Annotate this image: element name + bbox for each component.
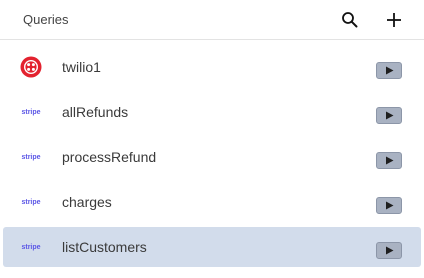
stripe-icon: stripe bbox=[18, 236, 44, 258]
stripe-icon: stripe bbox=[18, 101, 44, 123]
query-row-processRefund[interactable]: stripe processRefund bbox=[3, 137, 421, 177]
panel-title: Queries bbox=[23, 12, 69, 27]
search-button[interactable] bbox=[338, 8, 362, 32]
play-icon bbox=[385, 66, 393, 75]
query-row-listCustomers[interactable]: stripe listCustomers bbox=[3, 227, 421, 267]
play-icon bbox=[385, 156, 393, 165]
stripe-logo-text: stripe bbox=[21, 243, 41, 251]
run-query-button[interactable] bbox=[376, 152, 402, 169]
queries-header: Queries bbox=[0, 0, 424, 40]
query-name: processRefund bbox=[62, 149, 157, 165]
run-query-button[interactable] bbox=[376, 107, 402, 124]
stripe-logo-text: stripe bbox=[21, 198, 41, 206]
run-query-button[interactable] bbox=[376, 62, 402, 79]
run-query-button[interactable] bbox=[376, 242, 402, 259]
query-name: charges bbox=[62, 194, 112, 210]
query-row-charges[interactable]: stripe charges bbox=[3, 182, 421, 222]
stripe-logo-text: stripe bbox=[21, 108, 41, 116]
search-icon bbox=[342, 12, 358, 28]
twilio-icon bbox=[18, 56, 44, 78]
run-query-button[interactable] bbox=[376, 197, 402, 214]
play-icon bbox=[385, 111, 393, 120]
query-name: allRefunds bbox=[62, 104, 129, 120]
stripe-icon: stripe bbox=[18, 191, 44, 213]
stripe-logo-text: stripe bbox=[21, 153, 41, 161]
query-name: twilio1 bbox=[62, 59, 101, 75]
query-row-twilio1[interactable]: twilio1 bbox=[3, 47, 421, 87]
play-icon bbox=[385, 201, 393, 210]
query-name: listCustomers bbox=[62, 239, 147, 255]
query-row-allRefunds[interactable]: stripe allRefunds bbox=[3, 92, 421, 132]
play-icon bbox=[385, 246, 393, 255]
stripe-icon: stripe bbox=[18, 146, 44, 168]
plus-icon bbox=[387, 13, 401, 27]
add-query-button[interactable] bbox=[382, 8, 406, 32]
